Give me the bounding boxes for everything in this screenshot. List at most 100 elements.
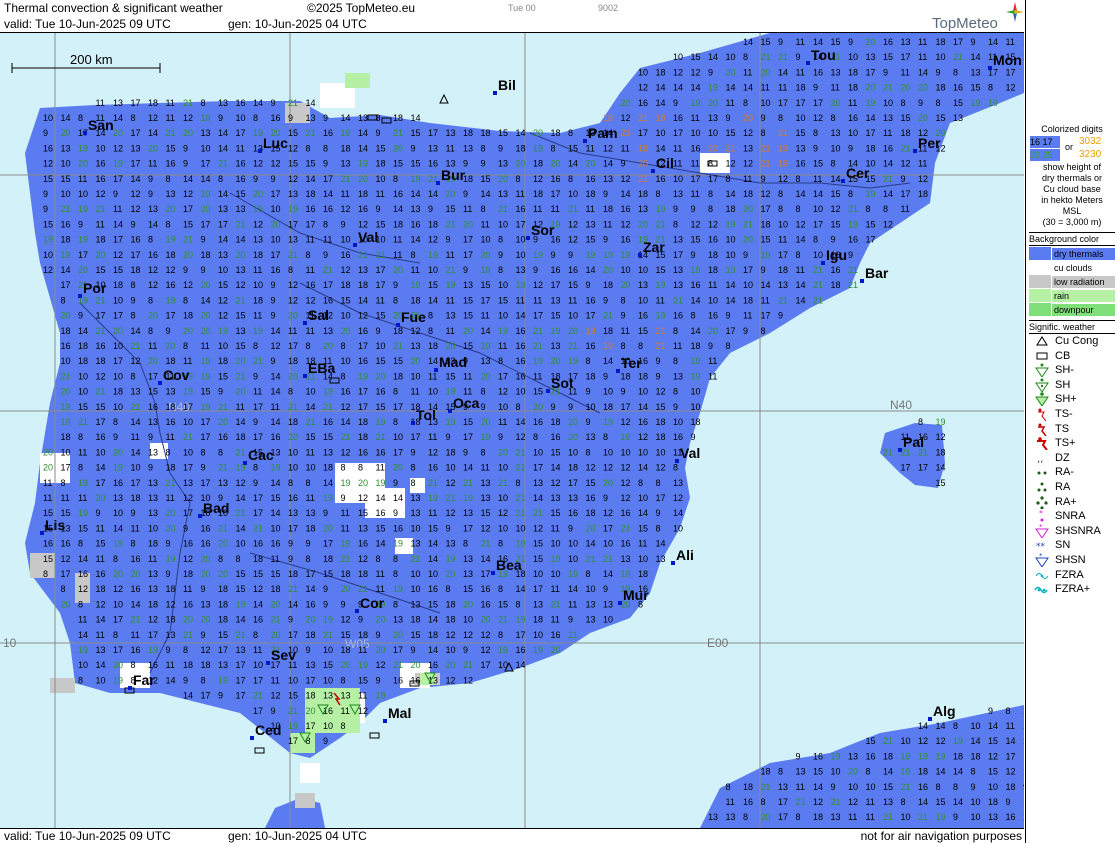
svg-text:21: 21 — [341, 174, 351, 184]
svg-text:20: 20 — [323, 341, 333, 351]
svg-text:21: 21 — [813, 295, 823, 305]
svg-text:16: 16 — [96, 569, 106, 579]
svg-text:15: 15 — [253, 569, 263, 579]
svg-text:15: 15 — [341, 630, 351, 640]
svg-text:18: 18 — [393, 326, 403, 336]
svg-text:8: 8 — [113, 630, 118, 640]
svg-text:16: 16 — [271, 432, 281, 442]
svg-text:18: 18 — [533, 159, 543, 169]
city-tou: Tou — [806, 47, 836, 65]
svg-text:16: 16 — [516, 645, 526, 655]
map-area[interactable]: 200 km N40 N40 W05 E00 10 14 15 9 11 14 15 9 20… — [0, 33, 1024, 828]
svg-text:17: 17 — [428, 128, 438, 138]
svg-text:17: 17 — [113, 356, 123, 366]
svg-text:20: 20 — [533, 128, 543, 138]
svg-text:12: 12 — [533, 280, 543, 290]
svg-text:13: 13 — [183, 478, 193, 488]
svg-text:15: 15 — [533, 387, 543, 397]
svg-text:19: 19 — [936, 417, 946, 427]
svg-text:19: 19 — [656, 280, 666, 290]
run-code: 9002 — [598, 3, 619, 13]
svg-text:10: 10 — [113, 508, 123, 518]
legend-bg-item: low radiation — [1029, 275, 1115, 288]
svg-text:17: 17 — [96, 478, 106, 488]
svg-text:9: 9 — [463, 645, 468, 655]
svg-text:17: 17 — [323, 174, 333, 184]
svg-text:19: 19 — [481, 265, 491, 275]
topmeteo-logo[interactable]: TopMeteo — [930, 2, 1024, 32]
svg-text:15: 15 — [61, 174, 71, 184]
svg-text:8: 8 — [341, 675, 346, 685]
svg-text:12: 12 — [831, 204, 841, 214]
svg-text:9: 9 — [323, 584, 328, 594]
svg-text:12: 12 — [288, 280, 298, 290]
svg-text:11: 11 — [481, 219, 490, 229]
svg-text:17: 17 — [901, 189, 911, 199]
map-canvas[interactable]: 200 km N40 N40 W05 E00 10 14 15 9 11 14 15 9 20… — [0, 33, 1024, 828]
svg-text:20: 20 — [341, 584, 351, 594]
svg-text:15: 15 — [481, 508, 491, 518]
svg-text:11: 11 — [306, 493, 315, 503]
svg-text:21: 21 — [288, 250, 298, 260]
svg-text:18: 18 — [376, 159, 386, 169]
svg-text:18: 18 — [201, 250, 211, 260]
svg-text:10: 10 — [463, 615, 473, 625]
svg-text:20: 20 — [638, 219, 648, 229]
svg-text:21: 21 — [743, 219, 753, 229]
svg-text:11: 11 — [358, 691, 367, 701]
run-time: Tue 00 — [508, 3, 536, 13]
svg-text:14: 14 — [463, 463, 473, 473]
svg-text:16: 16 — [358, 356, 368, 366]
svg-text:17: 17 — [113, 235, 123, 245]
svg-text:8: 8 — [236, 554, 241, 564]
city-label: Cov — [163, 367, 190, 383]
svg-text:8: 8 — [568, 174, 573, 184]
legend-weather-title: Signific. weather — [1029, 320, 1115, 334]
svg-text:8: 8 — [743, 98, 748, 108]
svg-text:10: 10 — [78, 660, 88, 670]
svg-text:10: 10 — [551, 569, 561, 579]
svg-text:11: 11 — [586, 204, 595, 214]
svg-text:14: 14 — [743, 83, 753, 93]
svg-text:14: 14 — [113, 523, 123, 533]
svg-text:18: 18 — [306, 523, 316, 533]
svg-text:10: 10 — [708, 128, 718, 138]
svg-text:11: 11 — [113, 204, 122, 214]
svg-text:14: 14 — [96, 615, 106, 625]
grid-label-n40-east: N40 — [890, 398, 912, 412]
svg-text:11: 11 — [166, 113, 175, 123]
svg-text:14: 14 — [376, 493, 386, 503]
svg-text:16: 16 — [323, 128, 333, 138]
svg-text:9: 9 — [656, 508, 661, 518]
svg-text:17: 17 — [761, 311, 771, 321]
legend-weather-item: TS — [1029, 422, 1115, 437]
svg-text:13: 13 — [166, 387, 176, 397]
city-bad: Bad — [198, 500, 229, 518]
svg-text:18: 18 — [603, 280, 613, 290]
svg-text:12: 12 — [113, 143, 123, 153]
svg-text:11: 11 — [691, 159, 700, 169]
svg-text:10: 10 — [936, 52, 946, 62]
svg-text:9: 9 — [183, 675, 188, 685]
svg-text:13: 13 — [411, 599, 421, 609]
svg-text:10: 10 — [533, 569, 543, 579]
svg-text:10: 10 — [533, 447, 543, 457]
svg-text:8: 8 — [936, 98, 941, 108]
svg-text:20: 20 — [568, 326, 578, 336]
svg-text:20: 20 — [183, 250, 193, 260]
svg-text:12: 12 — [463, 675, 473, 685]
svg-text:20: 20 — [498, 174, 508, 184]
svg-text:12: 12 — [778, 174, 788, 184]
svg-text:10: 10 — [603, 539, 613, 549]
legend-sidebar: Colorized digits 16 17 20 25 or 3032 323… — [1025, 0, 1117, 843]
svg-text:10: 10 — [691, 402, 701, 412]
desc-line: (30 = 3,000 m) — [1042, 217, 1102, 227]
svg-text:15: 15 — [43, 554, 53, 564]
svg-text:15: 15 — [481, 280, 491, 290]
svg-text:11: 11 — [306, 447, 315, 457]
svg-text:17: 17 — [603, 523, 613, 533]
svg-text:14: 14 — [271, 478, 281, 488]
svg-text:9: 9 — [148, 189, 153, 199]
svg-text:9: 9 — [96, 508, 101, 518]
svg-text:18: 18 — [131, 265, 141, 275]
